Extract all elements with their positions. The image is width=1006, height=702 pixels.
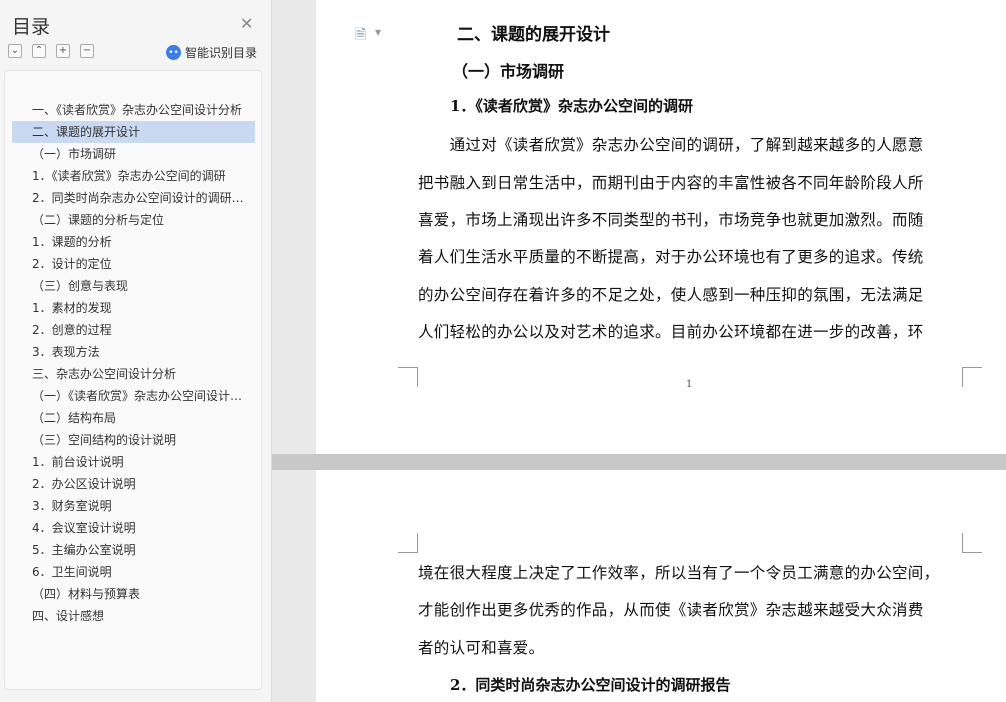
toc-item[interactable]: 2．创意的过程 (12, 319, 255, 341)
toc-item[interactable]: 三、杂志办公空间设计分析 (12, 363, 255, 385)
item-heading[interactable]: 1．《读者欣赏》杂志办公空间的调研 (450, 95, 693, 116)
toc-toolbar: ⌄ ⌃ + − (8, 44, 94, 58)
paragraph-line[interactable]: 把书融入到日常生活中，而期刊由于内容的丰富性被各不同年龄阶段人所 (418, 171, 963, 193)
toc-item[interactable]: 1．素材的发现 (12, 297, 255, 319)
smart-recognize-label: 智能识别目录 (185, 46, 258, 60)
paragraph-line[interactable]: 通过对《读者欣赏》杂志办公空间的调研，了解到越来越多的人愿意 (418, 133, 963, 155)
toc-item[interactable]: 1．前台设计说明 (12, 451, 255, 473)
toc-item[interactable]: （二）课题的分析与定位 (12, 209, 255, 231)
toc-item[interactable]: 二、课题的展开设计 (12, 121, 255, 143)
toc-item[interactable]: 4．会议室设计说明 (12, 517, 255, 539)
page-number: 1 (686, 379, 693, 390)
margin-mark (962, 367, 982, 387)
paragraph-line[interactable]: 人们轻松的办公以及对艺术的追求。目前办公环境都在进一步的改善，环 (418, 320, 963, 342)
toc-sidebar: 目录 ✕ ⌄ ⌃ + − •• 智能识别目录 一、《读者欣赏》杂志办公空间设计分… (0, 0, 272, 702)
margin-mark (398, 533, 418, 553)
toc-item[interactable]: （三）创意与表现 (12, 275, 255, 297)
toc-item[interactable]: 5．主编办公室说明 (12, 539, 255, 561)
margin-mark (398, 367, 418, 387)
document-icon[interactable]: 🗎 (355, 24, 366, 48)
toc-list: 一、《读者欣赏》杂志办公空间设计分析 二、课题的展开设计 （一）市场调研 1．《读者欣… (12, 99, 255, 627)
toc-item[interactable]: 2．设计的定位 (12, 253, 255, 275)
page-gap (272, 454, 1006, 470)
sidebar-title: 目录 (12, 16, 51, 38)
paragraph-line[interactable]: 的办公空间存在着许多的不足之处，使人感到一种压抑的氛围，无法满足 (418, 283, 963, 305)
toc-item[interactable]: 1．课题的分析 (12, 231, 255, 253)
section-heading[interactable]: 二、课题的展开设计 (457, 20, 610, 45)
paragraph-line[interactable]: 境在很大程度上决定了工作效率，所以当有了一个令员工满意的办公空间， (418, 561, 963, 583)
close-icon[interactable]: ✕ (240, 14, 253, 33)
toc-item[interactable]: 2．同类时尚杂志办公空间设计的调研报告 (12, 187, 255, 209)
toc-item[interactable]: 一、《读者欣赏》杂志办公空间设计分析 (12, 99, 255, 121)
paragraph-line[interactable]: 者的认可和喜爱。 (418, 636, 963, 658)
toc-item[interactable]: （二）结构布局 (12, 407, 255, 429)
minus-icon[interactable]: − (80, 44, 94, 58)
toc-item[interactable]: （一）《读者欣赏》杂志办公空间设计分析 (12, 385, 255, 407)
collapse-icon[interactable]: ⌄ (8, 44, 22, 58)
smart-recognize-icon: •• (166, 45, 181, 60)
document-page-2 (316, 470, 1006, 702)
chevron-down-icon[interactable]: ▼ (375, 28, 381, 37)
paragraph-line[interactable]: 才能创作出更多优秀的作品，从而使《读者欣赏》杂志越来越受大众消费 (418, 598, 963, 620)
toc-panel: 一、《读者欣赏》杂志办公空间设计分析 二、课题的展开设计 （一）市场调研 1．《读者欣… (4, 70, 262, 690)
expand-icon[interactable]: ⌃ (32, 44, 46, 58)
toc-item[interactable]: 四、设计感想 (12, 605, 255, 627)
toc-item[interactable]: （一）市场调研 (12, 143, 255, 165)
margin-mark (962, 533, 982, 553)
paragraph-line[interactable]: 着人们生活水平质量的不断提高，对于办公环境也有了更多的追求。传统 (418, 245, 963, 267)
subsection-heading[interactable]: （一）市场调研 (452, 58, 564, 82)
toc-item[interactable]: 3．表现方法 (12, 341, 255, 363)
toc-item[interactable]: 3．财务室说明 (12, 495, 255, 517)
item-heading-2[interactable]: 2．同类时尚杂志办公空间设计的调研报告 (450, 674, 730, 695)
toc-item[interactable]: 2．办公区设计说明 (12, 473, 255, 495)
plus-icon[interactable]: + (56, 44, 70, 58)
paragraph-line[interactable]: 喜爱，市场上涌现出许多不同类型的书刊，市场竞争也就更加激烈。而随 (418, 208, 963, 230)
toc-item[interactable]: （三）空间结构的设计说明 (12, 429, 255, 451)
toc-item[interactable]: 6．卫生间说明 (12, 561, 255, 583)
toc-item[interactable]: 1．《读者欣赏》杂志办公空间的调研 (12, 165, 255, 187)
smart-recognize-button[interactable]: •• 智能识别目录 (166, 44, 257, 61)
toc-item[interactable]: （四）材料与预算表 (12, 583, 255, 605)
